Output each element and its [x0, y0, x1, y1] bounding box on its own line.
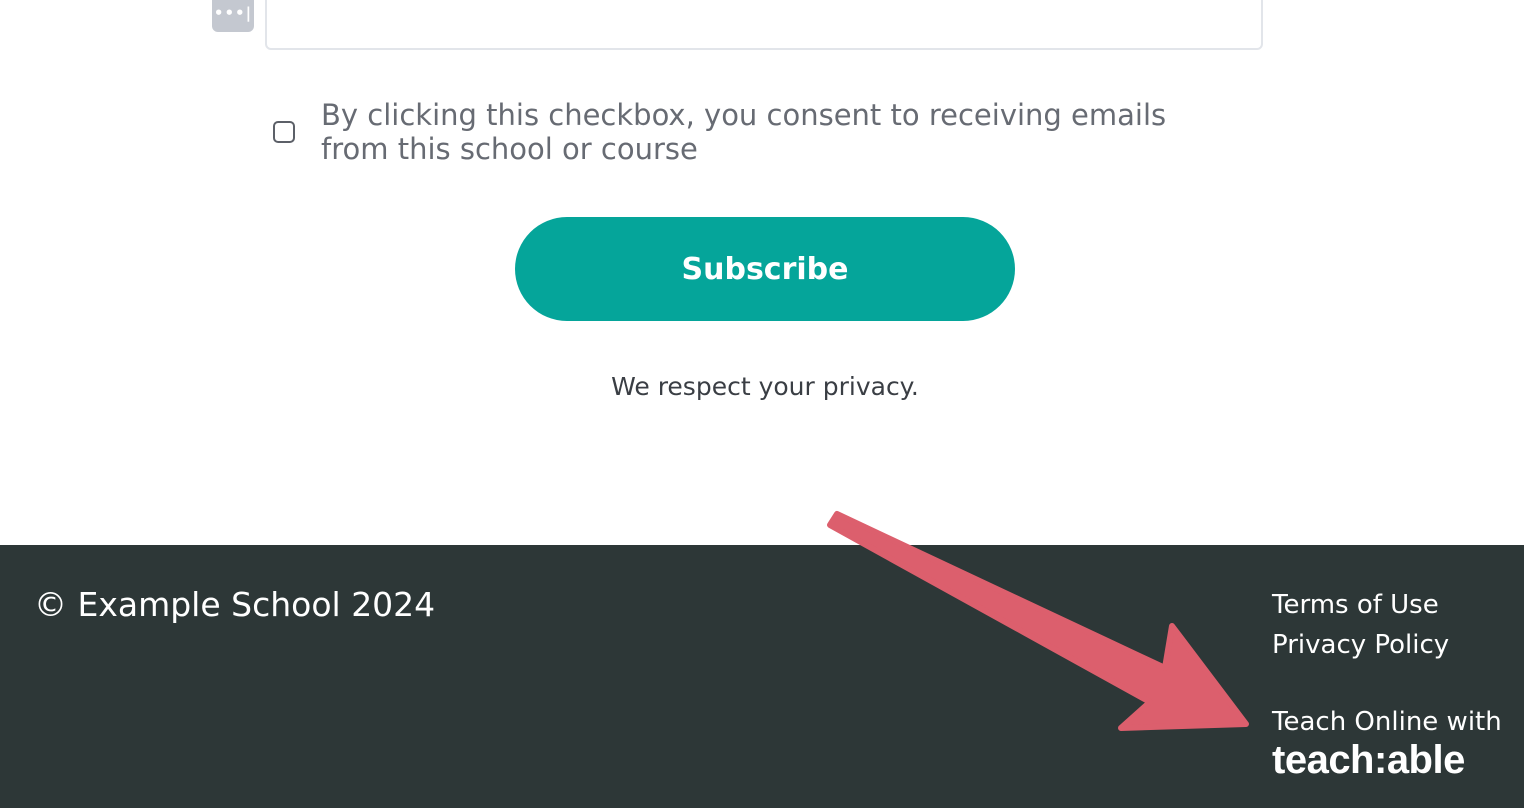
- footer-links: Terms of Use Privacy Policy: [1272, 585, 1449, 665]
- consent-label: By clicking this checkbox, you consent t…: [321, 98, 1167, 166]
- footer: © Example School 2024 Terms of Use Priva…: [0, 545, 1524, 808]
- password-dots-icon: •••|: [212, 0, 254, 32]
- subscribe-button[interactable]: Subscribe: [515, 217, 1015, 321]
- consent-row: By clicking this checkbox, you consent t…: [273, 98, 1233, 166]
- terms-of-use-link[interactable]: Terms of Use: [1272, 585, 1449, 625]
- password-dots-glyph: •••|: [213, 4, 253, 22]
- password-field[interactable]: [265, 0, 1263, 50]
- page: •••| By clicking this checkbox, you cons…: [0, 0, 1524, 808]
- consent-checkbox[interactable]: [273, 121, 295, 143]
- privacy-policy-link[interactable]: Privacy Policy: [1272, 625, 1449, 665]
- powered-by: Teach Online with teach:able: [1272, 707, 1502, 783]
- copyright-text: © Example School 2024: [34, 585, 436, 624]
- privacy-note: We respect your privacy.: [611, 372, 919, 401]
- powered-by-label: Teach Online with: [1272, 707, 1502, 737]
- teachable-logo[interactable]: teach:able: [1272, 737, 1502, 783]
